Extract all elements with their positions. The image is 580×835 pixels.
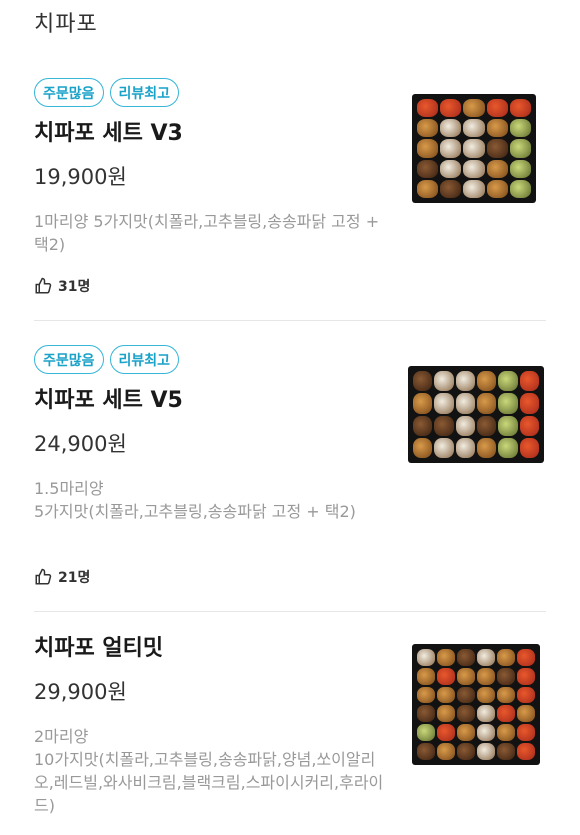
item-description: 1.5마리양 5가지맛(치폴라,고추블링,송송파닭 고정 + 택2) <box>34 477 384 523</box>
like-count[interactable]: 21명 <box>34 567 90 587</box>
chicken-set-photo <box>417 649 535 760</box>
divider <box>34 611 546 612</box>
item-description: 1마리양 5가지맛(치폴라,고추블링,송송파닭 고정 + 택2) <box>34 212 380 254</box>
like-count-label: 21명 <box>58 570 91 586</box>
menu-item-image <box>412 94 536 203</box>
like-count[interactable]: 31명 <box>34 276 90 296</box>
badge-popular: 주문많음 <box>34 78 104 107</box>
item-description-line: 2마리양 <box>34 727 89 746</box>
divider <box>34 320 546 321</box>
menu-list-page: 치파포 주문많음 리뷰최고 치파포 세트 V3 19,900원 1마리양 5가지… <box>0 0 580 835</box>
thumbs-up-icon <box>35 568 52 585</box>
item-description: 2마리양 10가지맛(치폴라,고추블링,송송파닭,양념,쏘이알리오,레드빌,와사… <box>34 725 384 817</box>
menu-item-image <box>408 366 544 463</box>
chicken-set-photo <box>417 99 532 199</box>
item-description-line: 5가지맛(치폴라,고추블링,송송파닭 고정 + 택2) <box>34 502 356 521</box>
menu-item[interactable]: 주문많음 리뷰최고 치파포 세트 V3 19,900원 1마리양 5가지맛(치폴… <box>34 78 546 321</box>
menu-item[interactable]: 치파포 얼티밋 29,900원 2마리양 10가지맛(치폴라,고추블링,송송파닭… <box>34 635 546 835</box>
badge-best-review: 리뷰최고 <box>109 345 180 374</box>
item-description-line: 10가지맛(치폴라,고추블링,송송파닭,양념,쏘이알리오,레드빌,와사비크림,블… <box>34 750 384 815</box>
thumbs-up-icon <box>35 277 52 294</box>
chicken-set-photo <box>413 371 539 458</box>
store-title: 치파포 <box>34 12 98 37</box>
menu-item-image <box>412 644 540 765</box>
like-count-label: 31명 <box>58 279 91 295</box>
item-description-line: 1.5마리양 <box>34 479 104 498</box>
badge-popular: 주문많음 <box>34 345 104 374</box>
badge-best-review: 리뷰최고 <box>109 78 180 107</box>
menu-item[interactable]: 주문많음 리뷰최고 치파포 세트 V5 24,900원 1.5마리양 5가지맛(… <box>34 345 546 611</box>
